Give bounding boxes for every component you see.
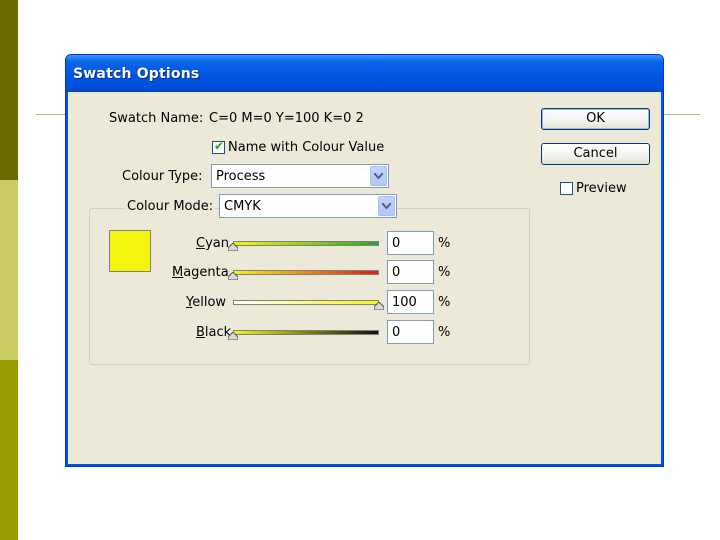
yellow-input[interactable]: 100 [387,290,434,314]
yellow-value: 100 [392,295,417,310]
slide-divider-right [664,114,700,115]
black-slider-thumb[interactable] [228,332,238,340]
yellow-unit: % [438,295,451,310]
chevron-down-icon[interactable] [378,196,395,216]
yellow-slider-track[interactable] [233,300,379,305]
cyan-label-rest: yan [205,236,229,251]
title-bar[interactable]: Swatch Options [66,55,663,92]
slide-sidebar-middle [0,180,18,360]
name-with-colour-value-checkbox[interactable]: ✔ [212,139,225,154]
preview-label: Preview [576,181,627,196]
ok-button[interactable]: OK [541,108,650,130]
colour-mode-group [89,208,530,365]
slide-sidebar-top [0,0,18,180]
colour-type-select[interactable]: Process [211,164,389,188]
yellow-label: Yellow [186,295,227,310]
black-label: Black [196,325,232,340]
magenta-unit: % [438,265,451,280]
black-unit: % [438,325,451,340]
slide-sidebar-bottom [0,360,18,540]
chevron-down-icon[interactable] [370,166,387,186]
magenta-slider-thumb[interactable] [228,272,238,280]
cyan-slider-track[interactable] [233,241,379,246]
cyan-slider-thumb[interactable] [228,243,238,251]
cyan-label: Cyan [196,236,229,251]
checkmark-icon: ✔ [214,139,225,153]
black-slider-track[interactable] [233,330,379,335]
colour-type-label: Colour Type: [122,169,203,184]
swatch-name-label: Swatch Name: [109,111,204,126]
cyan-input[interactable]: 0 [387,231,434,255]
magenta-label-rest: agenta [183,265,229,280]
cancel-button[interactable]: Cancel [541,143,650,165]
magenta-value: 0 [392,265,401,280]
magenta-label: Magenta [172,265,229,280]
yellow-label-rest: ellow [192,295,227,310]
cyan-value: 0 [392,236,401,251]
colour-mode-label: Colour Mode: [125,199,216,214]
colour-type-value: Process [216,169,266,184]
black-input[interactable]: 0 [387,320,434,344]
dialog-title: Swatch Options [73,66,200,82]
dialog-body: Swatch Name: C=0 M=0 Y=100 K=0 2 ✔ Name … [69,92,660,463]
slide-divider-left [36,114,66,115]
colour-mode-value: CMYK [224,199,261,214]
colour-swatch-preview [109,230,151,272]
name-with-colour-value-label: Name with Colour Value [228,140,385,155]
yellow-slider-thumb[interactable] [374,302,384,310]
swatch-options-dialog: Swatch Options Swatch Name: C=0 M=0 Y=10… [65,54,664,467]
preview-checkbox[interactable] [560,182,573,195]
cyan-unit: % [438,236,451,251]
swatch-name-value: C=0 M=0 Y=100 K=0 2 [209,111,364,126]
black-value: 0 [392,325,401,340]
colour-mode-select[interactable]: CMYK [219,194,397,218]
magenta-input[interactable]: 0 [387,260,434,284]
magenta-slider-track[interactable] [233,270,379,275]
